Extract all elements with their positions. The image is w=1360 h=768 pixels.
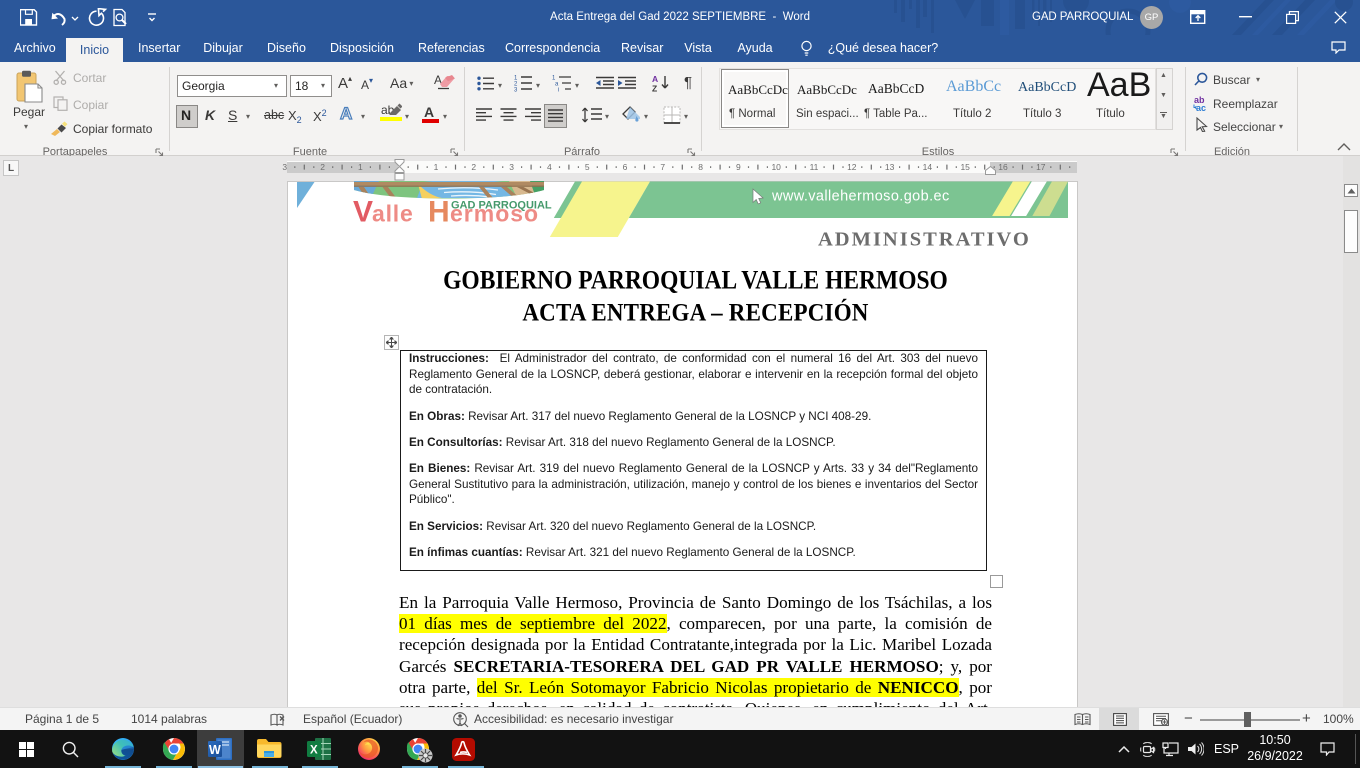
svg-text:15: 15 — [960, 162, 970, 172]
svg-text:www.vallehermoso.gob.ec: www.vallehermoso.gob.ec — [771, 189, 950, 205]
svg-text:17: 17 — [1036, 162, 1046, 172]
svg-text:16: 16 — [998, 162, 1008, 172]
svg-text:2: 2 — [471, 162, 476, 172]
svg-text:V: V — [353, 196, 373, 229]
svg-text:3: 3 — [509, 162, 514, 172]
svg-text:6: 6 — [623, 162, 628, 172]
svg-text:4: 4 — [547, 162, 552, 172]
svg-text:1: 1 — [434, 162, 439, 172]
svg-text:14: 14 — [923, 162, 933, 172]
svg-text:7: 7 — [660, 162, 665, 172]
svg-text:13: 13 — [885, 162, 895, 172]
svg-text:11: 11 — [810, 162, 819, 172]
svg-text:alle: alle — [372, 201, 414, 227]
svg-text:10: 10 — [771, 162, 781, 172]
svg-text:H: H — [428, 196, 450, 229]
svg-text:5: 5 — [585, 162, 590, 172]
svg-text:1: 1 — [358, 162, 363, 172]
svg-text:2: 2 — [320, 162, 325, 172]
svg-text:W: W — [209, 743, 221, 757]
svg-text:ADMINISTRATIVO: ADMINISTRATIVO — [818, 229, 1031, 251]
svg-text:12: 12 — [847, 162, 857, 172]
svg-text:8: 8 — [698, 162, 703, 172]
svg-text:9: 9 — [736, 162, 741, 172]
svg-text:GAD PARROQUIAL: GAD PARROQUIAL — [451, 200, 552, 212]
svg-text:X: X — [310, 745, 318, 757]
svg-text:3: 3 — [282, 162, 287, 172]
